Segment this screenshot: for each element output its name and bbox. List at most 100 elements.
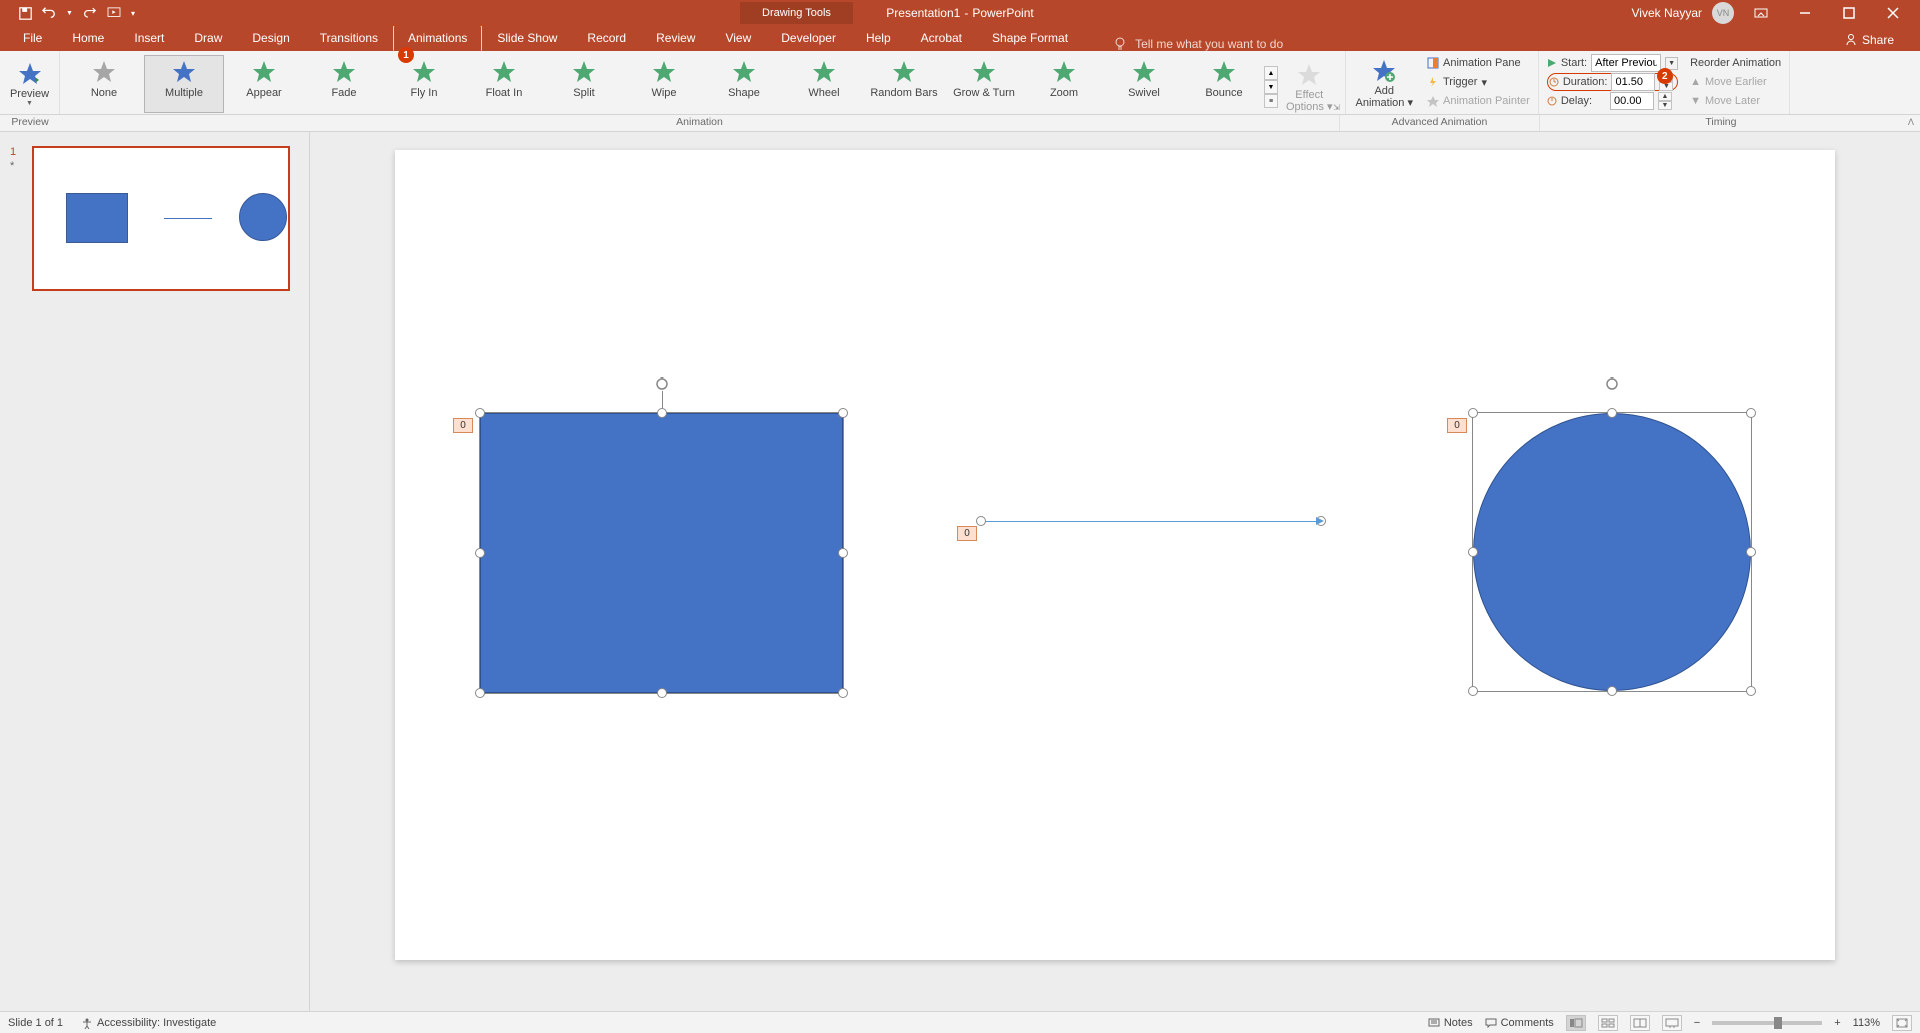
slideshow-view-icon[interactable]: [1662, 1015, 1682, 1031]
resize-handle-n[interactable]: [1607, 408, 1617, 418]
animation-pane-button[interactable]: Animation Pane: [1427, 54, 1530, 72]
line-shape[interactable]: [981, 521, 1321, 522]
slide-thumbnails-panel[interactable]: 1 *: [0, 132, 310, 1032]
animation-gallery[interactable]: None Multiple Appear Fade Fly In Float I…: [62, 51, 1343, 113]
resize-handle-e[interactable]: [1746, 547, 1756, 557]
animation-order-tag[interactable]: 0: [957, 526, 977, 541]
tab-developer[interactable]: Developer: [766, 25, 851, 51]
anim-wipe[interactable]: Wipe: [624, 55, 704, 113]
fit-to-window-icon[interactable]: [1892, 1015, 1912, 1031]
tab-shape-format[interactable]: Shape Format: [977, 25, 1083, 51]
resize-handle-se[interactable]: [838, 688, 848, 698]
zoom-level[interactable]: 113%: [1853, 1017, 1880, 1029]
start-from-beginning-icon[interactable]: [107, 6, 121, 20]
gallery-more-icon[interactable]: ≡: [1264, 94, 1278, 108]
slide-canvas[interactable]: 0 0 0: [395, 150, 1835, 960]
line-shape-selection[interactable]: [981, 520, 1321, 522]
user-name[interactable]: Vivek Nayyar: [1632, 6, 1702, 20]
trigger-button[interactable]: Trigger ▾: [1427, 73, 1530, 91]
rotate-handle-icon[interactable]: [1605, 377, 1619, 391]
tab-design[interactable]: Design: [237, 25, 304, 51]
resize-handle-ne[interactable]: [1746, 408, 1756, 418]
anim-fly-in[interactable]: Fly In: [384, 55, 464, 113]
rectangle-shape[interactable]: [480, 413, 843, 693]
gallery-up-icon[interactable]: ▲: [1264, 66, 1278, 80]
anim-bounce[interactable]: Bounce: [1184, 55, 1264, 113]
resize-handle-s[interactable]: [1607, 686, 1617, 696]
share-button[interactable]: Share: [1836, 29, 1902, 51]
reading-view-icon[interactable]: [1630, 1015, 1650, 1031]
qat-customize-icon[interactable]: ▾: [131, 9, 135, 18]
resize-handle-nw[interactable]: [1468, 408, 1478, 418]
tab-home[interactable]: Home: [57, 25, 119, 51]
tab-review[interactable]: Review: [641, 25, 710, 51]
zoom-slider[interactable]: [1712, 1021, 1822, 1025]
zoom-slider-thumb[interactable]: [1774, 1017, 1782, 1029]
zoom-in-button[interactable]: +: [1834, 1017, 1840, 1029]
slide-counter[interactable]: Slide 1 of 1: [8, 1017, 63, 1029]
anim-appear[interactable]: Appear: [224, 55, 304, 113]
tab-help[interactable]: Help: [851, 25, 906, 51]
notes-button[interactable]: Notes: [1428, 1017, 1473, 1029]
tab-draw[interactable]: Draw: [179, 25, 237, 51]
collapse-ribbon-icon[interactable]: ᐱ: [1902, 115, 1920, 131]
rotate-handle-icon[interactable]: [655, 377, 669, 391]
anim-fade[interactable]: Fade: [304, 55, 384, 113]
tab-slide-show[interactable]: Slide Show: [482, 25, 572, 51]
slide-editing-area[interactable]: 0 0 0: [310, 132, 1920, 1032]
zoom-out-button[interactable]: −: [1694, 1017, 1700, 1029]
duration-input[interactable]: [1611, 73, 1655, 91]
comments-button[interactable]: Comments: [1485, 1017, 1554, 1029]
anim-random-bars[interactable]: Random Bars: [864, 55, 944, 113]
gallery-down-icon[interactable]: ▼: [1264, 80, 1278, 94]
tab-file[interactable]: File: [8, 25, 57, 51]
add-animation-button[interactable]: AddAnimation ▾: [1348, 51, 1422, 113]
redo-icon[interactable]: [83, 6, 97, 20]
accessibility-status[interactable]: Accessibility: Investigate: [81, 1017, 216, 1029]
undo-dropdown-icon[interactable]: ▼: [66, 10, 73, 17]
tab-record[interactable]: Record: [572, 25, 641, 51]
anim-zoom[interactable]: Zoom: [1024, 55, 1104, 113]
resize-handle-n[interactable]: [657, 408, 667, 418]
resize-handle-s[interactable]: [657, 688, 667, 698]
resize-handle-ne[interactable]: [838, 408, 848, 418]
tab-insert[interactable]: Insert: [119, 25, 179, 51]
animation-order-tag[interactable]: 0: [1447, 418, 1467, 433]
minimize-icon[interactable]: [1788, 0, 1822, 26]
undo-icon[interactable]: [42, 6, 56, 20]
anim-wheel[interactable]: Wheel: [784, 55, 864, 113]
anim-none[interactable]: None: [64, 55, 144, 113]
tab-transitions[interactable]: Transitions: [305, 25, 393, 51]
spinner-up-icon[interactable]: ▲: [1658, 92, 1672, 101]
anim-float-in[interactable]: Float In: [464, 55, 544, 113]
slide-sorter-view-icon[interactable]: [1598, 1015, 1618, 1031]
line-handle-start[interactable]: [976, 516, 986, 526]
delay-input[interactable]: [1610, 92, 1654, 110]
anim-multiple[interactable]: Multiple: [144, 55, 224, 113]
resize-handle-e[interactable]: [838, 548, 848, 558]
ribbon-display-icon[interactable]: [1744, 0, 1778, 26]
preview-button[interactable]: Preview ▼: [2, 51, 57, 113]
slide-thumbnail-1[interactable]: [32, 146, 290, 291]
animation-group-launcher-icon[interactable]: ⇲: [1331, 101, 1343, 113]
resize-handle-se[interactable]: [1746, 686, 1756, 696]
save-icon[interactable]: [18, 6, 32, 20]
circle-shape-selection[interactable]: [1472, 412, 1752, 692]
tell-me-search[interactable]: Tell me what you want to do: [1113, 37, 1283, 51]
tab-view[interactable]: View: [710, 25, 766, 51]
tab-acrobat[interactable]: Acrobat: [906, 25, 977, 51]
circle-shape[interactable]: [1473, 413, 1751, 691]
normal-view-icon[interactable]: [1566, 1015, 1586, 1031]
start-select[interactable]: [1591, 54, 1661, 72]
anim-grow-turn[interactable]: Grow & Turn: [944, 55, 1024, 113]
anim-swivel[interactable]: Swivel: [1104, 55, 1184, 113]
anim-split[interactable]: Split: [544, 55, 624, 113]
animation-order-tag[interactable]: 0: [453, 418, 473, 433]
resize-handle-nw[interactable]: [475, 408, 485, 418]
close-icon[interactable]: [1876, 0, 1910, 26]
rectangle-shape-selection[interactable]: [479, 412, 844, 694]
resize-handle-w[interactable]: [475, 548, 485, 558]
resize-handle-sw[interactable]: [475, 688, 485, 698]
resize-handle-sw[interactable]: [1468, 686, 1478, 696]
spinner-down-icon[interactable]: ▼: [1658, 101, 1672, 110]
